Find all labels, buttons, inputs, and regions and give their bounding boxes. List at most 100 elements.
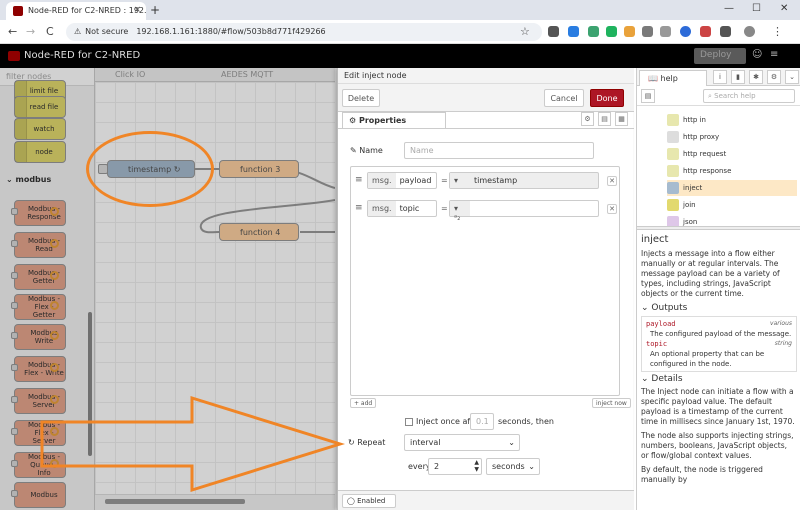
help-tree-item[interactable]: http request [667,146,797,162]
add-property-button[interactable]: + add [350,398,377,408]
help-tree-item[interactable]: http in [667,112,797,128]
extension-shield-icon[interactable] [700,26,711,37]
info-icon[interactable]: i [713,70,727,84]
settings-gear-icon[interactable]: ⚙ [581,112,594,126]
book-icon[interactable]: ▮ [731,70,745,84]
extension-blue-icon[interactable] [568,26,579,37]
modbus-icon [50,427,59,436]
done-button[interactable]: Done [590,89,624,107]
node-palette: filter nodes limit file read file watch … [0,68,95,510]
inject-once-delay-input[interactable]: 0.1 [470,413,494,430]
extension-circle-icon[interactable] [680,26,691,37]
stepper-arrows-icon[interactable]: ▲ ▼ [474,459,479,473]
debug-icon[interactable]: ✱ [749,70,763,84]
remove-row-button[interactable]: ✕ [607,204,617,214]
back-icon[interactable]: ← [8,25,17,38]
palette-node-modbus[interactable]: Modbus Write [11,324,66,350]
help-tree-item[interactable]: http response [667,163,797,179]
description-icon[interactable]: ▤ [598,112,611,126]
drag-handle-icon[interactable]: ≡ [355,175,363,185]
minimize-icon[interactable]: — [724,3,734,14]
details-heading[interactable]: ⌄ Details [641,374,797,385]
palette-node-modbus[interactable]: Modbus [11,482,66,508]
close-tab-icon[interactable]: × [133,5,141,15]
collapse-tree-icon[interactable]: ▤ [641,89,655,103]
palette-node-modbus[interactable]: Modbus - Getter [11,264,66,290]
palette-node-modbus[interactable]: Modbus - Server [11,388,66,414]
deploy-button[interactable]: Deploy [694,48,746,64]
canvas-scrollbar[interactable] [95,494,335,510]
help-tree-item[interactable]: join [667,197,797,213]
property-value-input[interactable]: ▾ timestamp [449,172,599,189]
remove-row-button[interactable]: ✕ [607,176,617,186]
browser-tab-title: Node-RED for C2-NRED : 192.1 [28,6,146,15]
extension-new-icon[interactable] [548,26,559,37]
palette-node[interactable]: watch [14,118,66,140]
cancel-button[interactable]: Cancel [544,89,584,107]
tab-properties[interactable]: ⚙ Properties [342,112,446,128]
delete-button[interactable]: Delete [342,89,380,107]
extension-share-icon[interactable] [606,26,617,37]
palette-node[interactable]: read file [14,96,66,118]
node-icon [667,199,679,211]
close-window-icon[interactable]: ✕ [780,3,788,14]
palette-category-modbus[interactable]: ⌄ modbus [0,172,94,188]
canvas-scroll-thumb[interactable] [105,499,245,504]
type-select-icon[interactable]: ▾ ᵃ₂ [450,201,470,222]
interval-units-select[interactable]: seconds ⌄ [486,458,540,475]
outputs-heading[interactable]: ⌄ Outputs [641,303,797,314]
appearance-icon[interactable]: ▦ [615,112,628,126]
palette-node-modbus[interactable]: Modbus - Response [11,200,66,226]
help-search-input[interactable]: ⌕ Search help [703,89,795,103]
user-icon[interactable]: ☺ [752,49,766,63]
inject-now-button[interactable]: inject now [592,398,631,408]
extension-camera-icon[interactable] [624,26,635,37]
function-node-3[interactable]: function 3 [219,160,299,178]
modbus-icon [50,207,59,216]
extension-arrow-icon[interactable] [588,26,599,37]
extension-puzzle-icon[interactable] [720,26,731,37]
forward-icon[interactable]: → [26,25,35,38]
help-tree-item-selected[interactable]: inject [667,180,797,196]
palette-node-modbus[interactable]: Modbus - Flex - Server [11,420,66,446]
property-value-input[interactable]: ▾ ᵃ₂ [449,200,599,222]
browser-tab[interactable]: Node-RED for C2-NRED : 192.1 × [6,2,146,20]
main-menu-icon[interactable]: ≡ [770,49,784,63]
help-tree-item[interactable]: http proxy [667,129,797,145]
extension-dash-icon[interactable] [642,26,653,37]
palette-scrollbar[interactable] [88,312,92,456]
maximize-icon[interactable]: ☐ [752,3,761,14]
chevron-down-icon[interactable]: ⌄ [785,70,799,84]
node-red-favicon-icon [13,6,23,16]
repeat-select[interactable]: interval ⌄ [404,434,520,451]
help-intro: Injects a message into a flow either man… [641,249,780,298]
palette-node-modbus[interactable]: Modbus - Queue - Info [11,452,66,478]
palette-node-modbus[interactable]: Modbus - Flex - Write [11,356,66,382]
profile-avatar[interactable] [744,26,755,37]
type-select-icon[interactable]: ▾ [450,173,470,188]
reload-icon[interactable]: C [46,25,54,38]
help-tree-item[interactable]: json [667,214,797,226]
url-field[interactable]: ⚠ Not secure 192.168.1.161:1880/#flow/503b… [66,23,542,41]
palette-node-modbus[interactable]: Modbus - Flex - Getter [11,294,66,320]
enabled-toggle[interactable]: ◯ Enabled [342,494,396,508]
function-node-4[interactable]: function 4 [219,223,299,241]
tab-help[interactable]: 📖 help [639,70,707,86]
settings-gear-icon[interactable]: ⚙ [767,70,781,84]
inject-once-checkbox[interactable] [405,418,413,426]
property-name-input[interactable]: msg. topic [367,200,437,217]
node-icon [667,216,679,226]
palette-node[interactable]: node [14,141,66,163]
extension-bug-icon[interactable] [660,26,671,37]
bookmark-star-icon[interactable]: ☆ [520,25,530,38]
palette-node-modbus[interactable]: Modbus - Read [11,232,66,258]
help-content: inject Injects a message into a flow eit… [637,230,800,510]
interval-stepper[interactable]: 2 ▲ ▼ [428,458,482,475]
new-tab-button[interactable]: + [150,3,160,17]
name-input[interactable]: Name [404,142,594,159]
modbus-icon [50,459,59,468]
address-bar: ← → C ⚠ Not secure 192.168.1.161:1880/#flo… [0,20,800,44]
browser-menu-icon[interactable]: ⋮ [772,25,783,38]
drag-handle-icon[interactable]: ≡ [355,203,363,213]
property-name-input[interactable]: msg. payload [367,172,437,189]
